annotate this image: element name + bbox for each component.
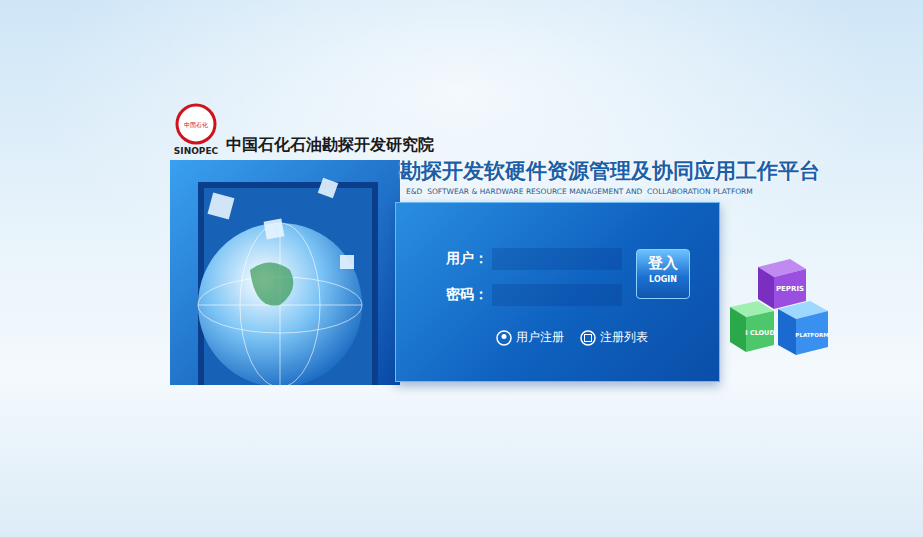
right-column: 勘探开发软硬件资源管理及协同应用工作平台 E&D SOFTWEAR & HARDW… (400, 158, 880, 385)
login-button[interactable]: 登入LOGIN (636, 249, 690, 299)
sinopec-logo-icon: 中国石化 SINOPEC (170, 102, 222, 158)
svg-text:中国石化: 中国石化 (184, 121, 208, 128)
panel-link[interactable]: 注册列表 (580, 329, 648, 346)
main-area: 勘探开发软硬件资源管理及协同应用工作平台 E&D SOFTWEAR & HARDW… (170, 158, 923, 385)
field-input[interactable] (492, 284, 622, 306)
form-field: 密码： (446, 283, 636, 307)
svg-text:PLATFORM: PLATFORM (795, 332, 828, 338)
organization-name: 中国石化石油勘探开发研究院 (226, 135, 434, 156)
login-panel: 用户： 密码： 登入LOGIN 用户注册注册列表 (395, 202, 720, 382)
svg-text:SINOPEC: SINOPEC (174, 146, 219, 156)
panel-link[interactable]: 用户注册 (496, 329, 564, 346)
cubes-icon: PEPRIS I CLOUD PLATFORM (728, 257, 833, 362)
panel-row: 用户： 密码： 登入LOGIN 用户注册注册列表 PEPRIS I CLOUD PLATFO… (400, 202, 880, 382)
platform-subtitle: E&D SOFTWEAR & HARDWARE RESOURCE MANAGEM… (406, 186, 880, 198)
globe-frame-icon (170, 160, 400, 385)
links: 用户注册注册列表 (496, 329, 719, 346)
login-page: 中国石化 SINOPEC 中国石化石油勘探开发研究院勘探开发软硬件资源管理及协同应用… (0, 0, 923, 537)
form-field: 用户： (446, 247, 636, 271)
platform-title: 勘探开发软硬件资源管理及协同应用工作平台 (400, 158, 880, 184)
fields: 用户： 密码： (446, 247, 636, 307)
svg-text:I CLOUD: I CLOUD (745, 329, 775, 337)
field-input[interactable] (492, 248, 622, 270)
form-row: 用户： 密码： 登入LOGIN (446, 247, 719, 307)
list-icon (580, 330, 596, 346)
svg-text:PEPRIS: PEPRIS (776, 285, 804, 293)
register-icon (496, 330, 512, 346)
field-label: 用户： (446, 250, 488, 268)
header: 中国石化 SINOPEC 中国石化石油勘探开发研究院 (170, 100, 923, 158)
field-label: 密码： (446, 286, 488, 304)
